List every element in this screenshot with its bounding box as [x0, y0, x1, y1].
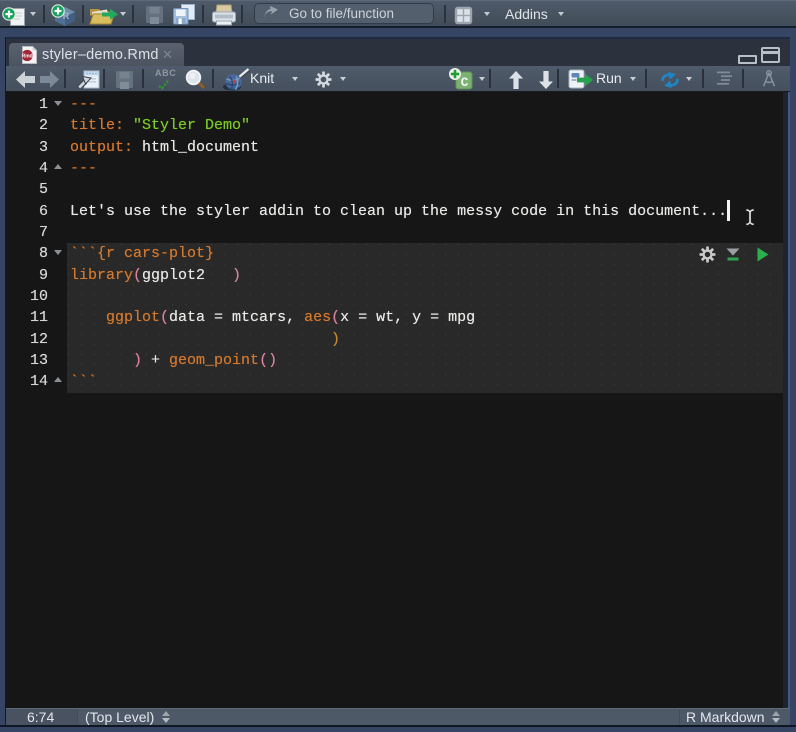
- svg-text:Rmd: Rmd: [22, 54, 33, 60]
- svg-text:C: C: [461, 75, 469, 90]
